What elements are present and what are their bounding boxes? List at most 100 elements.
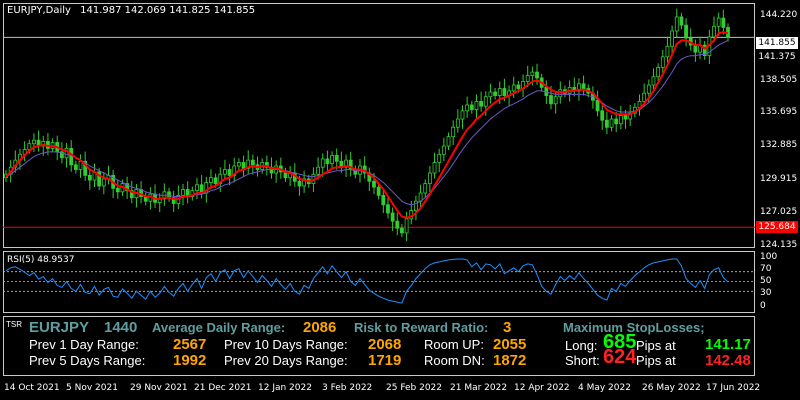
candle-body <box>618 115 623 125</box>
price-axis-label-6: 127.025 <box>760 207 798 217</box>
candle-body <box>535 71 539 79</box>
candle-body <box>330 155 334 165</box>
date-label-7: 25 Feb 2022 <box>386 383 443 393</box>
date-label-9: 12 Apr 2022 <box>514 383 570 393</box>
candle-body <box>642 92 647 102</box>
rsi-level-70: 70 <box>760 264 772 274</box>
candle-body <box>530 71 535 77</box>
current-price-tag: 141.855 <box>756 37 798 49</box>
date-label-5: 12 Jan 2022 <box>258 383 312 393</box>
red-level-price-tag: 125.684 <box>756 221 798 233</box>
candle-body <box>195 184 199 192</box>
long-label: Long: <box>565 338 598 353</box>
candle-body <box>604 119 609 128</box>
candle-body <box>395 220 400 229</box>
symbol-timeframe: EURJPY,Daily <box>7 5 71 16</box>
candle-body <box>381 194 386 206</box>
candle-body <box>479 101 484 107</box>
ma-fast-line <box>5 31 729 219</box>
candle-body <box>525 75 530 82</box>
price-axis-label-3: 135.695 <box>760 107 798 117</box>
short-pips: 624 <box>603 346 637 368</box>
prev1-label: Prev 1 Day Range: <box>29 337 139 352</box>
candle-body <box>87 174 92 181</box>
chart-symbol-tf-label: EURJPY,Daily 141.987 142.069 141.825 141… <box>7 5 255 17</box>
candle-body <box>595 99 600 112</box>
candle-body <box>712 25 716 38</box>
candle-body <box>223 169 227 175</box>
rr-value: 3 <box>503 319 512 336</box>
candle-body <box>581 83 586 89</box>
candle-body <box>241 162 246 169</box>
candle-body <box>316 166 320 175</box>
candle-body <box>493 91 497 96</box>
candle-body <box>334 155 339 162</box>
prev5-value: 1992 <box>173 352 207 369</box>
candle-body <box>502 88 507 96</box>
candle-body <box>432 162 437 174</box>
candle-body <box>69 147 74 166</box>
adr-label: Average Daily Range: <box>152 320 286 335</box>
rsi-level-50: 50 <box>760 276 772 286</box>
candle-body <box>474 101 479 111</box>
candle-body <box>656 66 661 78</box>
date-label-1: 14 Oct 2021 <box>4 383 60 393</box>
date-label-8: 21 Mar 2022 <box>450 383 508 393</box>
candle-body <box>237 162 241 167</box>
price-axis-label-7: 124.135 <box>760 240 798 250</box>
candle-body <box>721 17 726 28</box>
short-pips-at: Pips at <box>636 353 676 368</box>
candle-body <box>101 178 106 187</box>
candle-body <box>446 136 451 147</box>
candle-body <box>376 186 381 196</box>
candle-body <box>716 17 721 27</box>
price-axis-label-5: 129.915 <box>760 174 798 184</box>
candle-body <box>404 218 409 234</box>
room-dn-value: 1872 <box>493 352 527 369</box>
candle-body <box>372 180 376 188</box>
date-label-10: 4 May 2022 <box>578 383 631 393</box>
rsi-title: RSI(5) 48.9537 <box>7 255 75 265</box>
candle-body <box>427 172 432 185</box>
candle-body <box>600 110 605 121</box>
candle-body <box>646 84 651 94</box>
price-axis-label-1: 144.220 <box>760 10 798 20</box>
candle-body <box>549 95 553 105</box>
candle-body <box>660 56 665 68</box>
room-up-label: Room UP: <box>424 337 484 352</box>
candle-body <box>511 84 516 92</box>
candle-body <box>497 88 502 96</box>
candle-body <box>516 84 521 89</box>
prev10-label: Prev 10 Days Range: <box>224 337 348 352</box>
price-axis-label-4: 132.885 <box>760 140 798 150</box>
price-axis-label-2: 138.505 <box>760 75 798 85</box>
candle-body <box>558 89 563 98</box>
long-price: 141.17 <box>705 336 751 353</box>
prev1-value: 2567 <box>173 336 207 353</box>
candle-body <box>623 115 628 120</box>
date-label-3: 29 Nov 2021 <box>130 383 188 393</box>
candle-body <box>609 118 614 128</box>
candle-body <box>670 30 675 47</box>
candle-body <box>423 183 428 194</box>
candle-body <box>553 96 558 105</box>
tsr-symbol: EURJPY <box>29 319 90 336</box>
candle-body <box>320 158 325 168</box>
candle-body <box>400 227 404 234</box>
candle-body <box>213 177 218 185</box>
candle-body <box>115 187 120 193</box>
candle-body <box>465 104 470 112</box>
rr-label: Risk to Reward Ratio: <box>354 320 489 335</box>
ohlc-values: 141.987 142.069 141.825 141.855 <box>80 5 256 16</box>
candle-body <box>437 153 442 163</box>
candle-body <box>684 24 688 39</box>
candle-body <box>209 177 213 183</box>
candle-body <box>386 204 390 214</box>
candle-body <box>325 158 330 165</box>
tsr-period: 1440 <box>104 319 138 336</box>
candle-body <box>441 145 446 155</box>
candle-body <box>297 180 302 187</box>
prev20-label: Prev 20 Days Range: <box>224 353 348 368</box>
long-pips-at: Pips at <box>636 338 676 353</box>
rsi-line <box>5 258 729 304</box>
